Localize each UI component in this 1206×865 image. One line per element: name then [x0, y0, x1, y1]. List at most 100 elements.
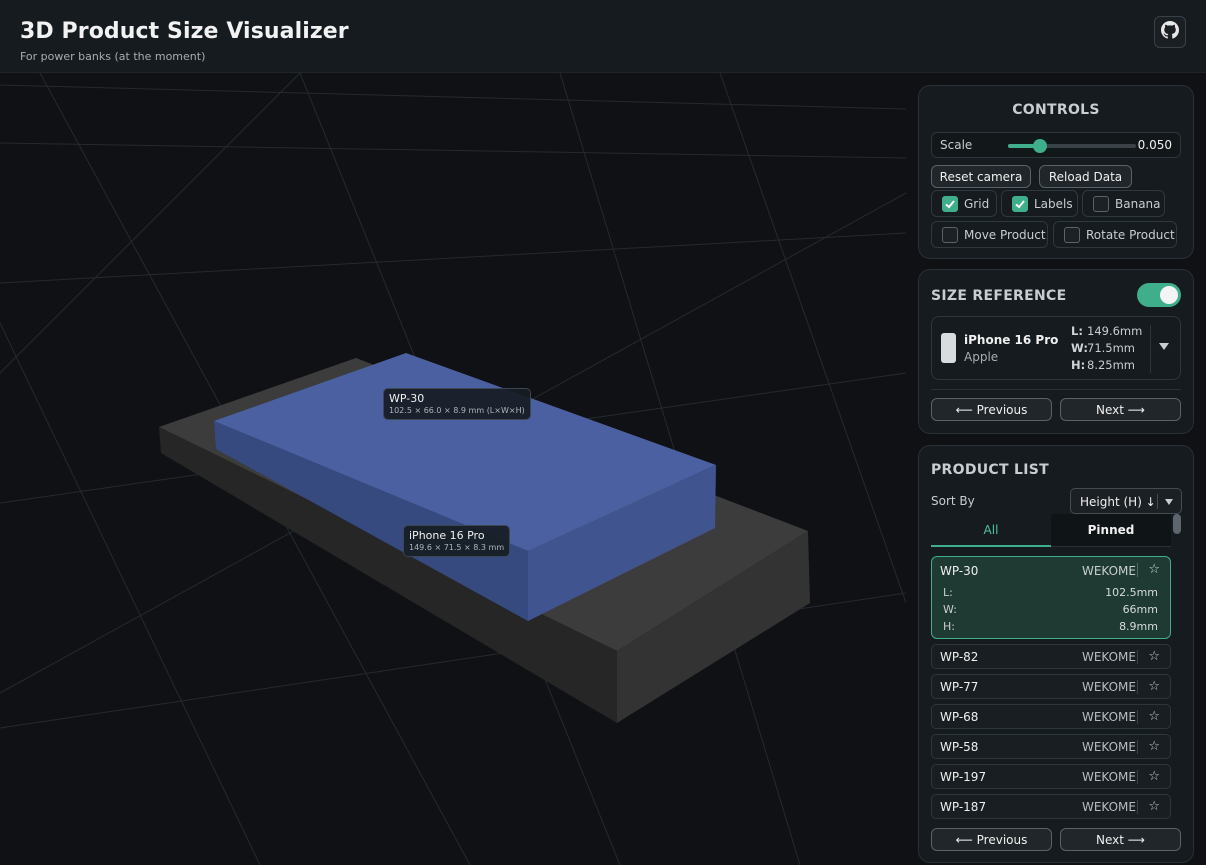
app-header: 3D Product Size Visualizer For power ban…	[0, 0, 1206, 73]
rotate-product-checkbox[interactable]: Rotate Product	[1053, 221, 1177, 248]
reference-brand: Apple	[964, 350, 999, 364]
3d-viewport[interactable]: WP-30 102.5 × 66.0 × 8.9 mm (L×W×H) iPho…	[0, 73, 906, 865]
product-name: WP-68	[940, 710, 979, 724]
product-brand: WEKOME	[1081, 800, 1136, 814]
scene-canvas	[0, 73, 906, 865]
scrollbar-thumb[interactable]	[1173, 514, 1181, 534]
grid-checkbox-label: Grid	[964, 196, 990, 211]
reference-dimensions: L: 149.6mm W:71.5mm H: 8.25mm	[1071, 323, 1142, 374]
list-item[interactable]: WP-82 WEKOME ☆	[931, 644, 1171, 669]
dim-value: 66mm	[1122, 603, 1158, 616]
product-tabs: All Pinned	[931, 514, 1171, 547]
product-brand: WEKOME	[1081, 770, 1136, 784]
star-icon[interactable]: ☆	[1148, 769, 1160, 784]
selected-product-card[interactable]: WP-30 WEKOME ☆ L: 102.5mm W: 66mm H: 8.9…	[931, 556, 1171, 639]
size-reference-toggle[interactable]	[1137, 283, 1181, 307]
sort-select[interactable]: Height (H) ↓	[1070, 488, 1182, 514]
dim-value: 8.9mm	[1119, 620, 1158, 633]
labels-checkbox-box[interactable]	[1012, 195, 1028, 212]
app-subtitle: For power banks (at the moment)	[20, 50, 206, 63]
reset-camera-button[interactable]: Reset camera	[931, 165, 1031, 188]
reference-next-button[interactable]: Next ⟶	[1060, 398, 1181, 421]
rotate-product-checkbox-label: Rotate Product	[1086, 227, 1175, 242]
product-brand: WEKOME	[1081, 650, 1136, 664]
list-item[interactable]: WP-68 WEKOME ☆	[931, 704, 1171, 729]
grid-checkbox[interactable]: Grid	[931, 190, 997, 217]
scale-slider[interactable]	[1008, 139, 1136, 153]
sort-by-label: Sort By	[931, 494, 975, 508]
move-product-checkbox[interactable]: Move Product	[931, 221, 1048, 248]
move-product-checkbox-label: Move Product	[964, 227, 1046, 242]
product-3d-label-name: WP-30	[389, 392, 425, 405]
reference-card: iPhone 16 Pro Apple L: 149.6mm W:71.5mm H…	[931, 316, 1181, 380]
dim-value: 149.6mm	[1087, 324, 1143, 338]
banana-checkbox[interactable]: Banana	[1082, 190, 1165, 217]
star-icon[interactable]: ☆	[1148, 799, 1160, 814]
reload-data-button[interactable]: Reload Data	[1039, 165, 1132, 188]
tab-all[interactable]: All	[931, 514, 1051, 547]
grid-checkbox-box[interactable]	[942, 195, 958, 212]
divider	[1137, 740, 1138, 754]
product-list-title: PRODUCT LIST	[931, 462, 1049, 478]
divider	[1150, 325, 1151, 373]
star-icon[interactable]: ☆	[1148, 709, 1160, 724]
list-next-button[interactable]: Next ⟶	[1060, 828, 1181, 851]
scale-slider-thumb[interactable]	[1033, 139, 1047, 153]
product-name: WP-30	[940, 564, 979, 578]
reference-name: iPhone 16 Pro	[964, 333, 1059, 347]
product-brand: WEKOME	[1081, 710, 1136, 724]
scale-label: Scale	[940, 138, 973, 152]
star-icon[interactable]: ☆	[1148, 649, 1160, 664]
reference-previous-button[interactable]: ⟵ Previous	[931, 398, 1052, 421]
dim-key: W:	[943, 603, 957, 616]
divider	[1157, 494, 1158, 509]
product-name: WP-187	[940, 800, 987, 814]
labels-checkbox[interactable]: Labels	[1001, 190, 1078, 217]
product-brand: WEKOME	[1081, 740, 1136, 754]
list-item[interactable]: WP-58 WEKOME ☆	[931, 734, 1171, 759]
product-name: WP-58	[940, 740, 979, 754]
divider	[1137, 563, 1138, 577]
list-scrollbar[interactable]	[1173, 514, 1181, 824]
product-3d-label: WP-30 102.5 × 66.0 × 8.9 mm (L×W×H)	[383, 388, 531, 420]
reference-3d-label: iPhone 16 Pro 149.6 × 71.5 × 8.3 mm	[403, 525, 511, 557]
toggle-knob	[1160, 286, 1178, 304]
divider	[1137, 650, 1138, 664]
star-icon[interactable]: ☆	[1148, 562, 1160, 577]
github-button[interactable]	[1154, 16, 1186, 48]
controls-title: CONTROLS	[1012, 102, 1100, 118]
list-item[interactable]: WP-197 WEKOME ☆	[931, 764, 1171, 789]
star-icon[interactable]: ☆	[1148, 679, 1160, 694]
size-reference-panel: SIZE REFERENCE iPhone 16 Pro Apple L: 149…	[918, 269, 1194, 434]
divider	[1137, 800, 1138, 814]
rotate-product-checkbox-box[interactable]	[1064, 226, 1080, 243]
list-item[interactable]: WP-187 WEKOME ☆	[931, 794, 1171, 819]
list-item[interactable]: WP-77 WEKOME ☆	[931, 674, 1171, 699]
product-3d-label-dims: 102.5 × 66.0 × 8.9 mm (L×W×H)	[389, 406, 525, 415]
reference-3d-label-dims: 149.6 × 71.5 × 8.3 mm	[409, 543, 505, 552]
product-brand: WEKOME	[1081, 680, 1136, 694]
chevron-down-icon[interactable]	[1159, 343, 1169, 350]
tab-pinned[interactable]: Pinned	[1051, 514, 1171, 547]
phone-icon	[941, 333, 956, 363]
dim-value: 71.5mm	[1087, 341, 1136, 355]
banana-checkbox-box[interactable]	[1093, 195, 1109, 212]
sidebar: CONTROLS Scale 0.050 Reset camera Reload…	[906, 73, 1206, 865]
product-name: WP-82	[940, 650, 979, 664]
product-list-panel: PRODUCT LIST Sort By Height (H) ↓ All Pi…	[918, 445, 1194, 863]
star-icon[interactable]: ☆	[1148, 739, 1160, 754]
move-product-checkbox-box[interactable]	[942, 226, 958, 243]
dim-key: L:	[943, 586, 953, 599]
sort-value: Height (H) ↓	[1080, 495, 1156, 509]
labels-checkbox-label: Labels	[1034, 196, 1073, 211]
product-name: WP-77	[940, 680, 979, 694]
divider	[931, 389, 1181, 390]
dim-value: 102.5mm	[1105, 586, 1158, 599]
divider	[1137, 680, 1138, 694]
controls-panel: CONTROLS Scale 0.050 Reset camera Reload…	[918, 85, 1194, 259]
divider	[1137, 710, 1138, 724]
github-icon	[1161, 21, 1179, 43]
list-previous-button[interactable]: ⟵ Previous	[931, 828, 1052, 851]
dim-key: H:	[943, 620, 955, 633]
dim-key: H:	[1071, 358, 1086, 372]
